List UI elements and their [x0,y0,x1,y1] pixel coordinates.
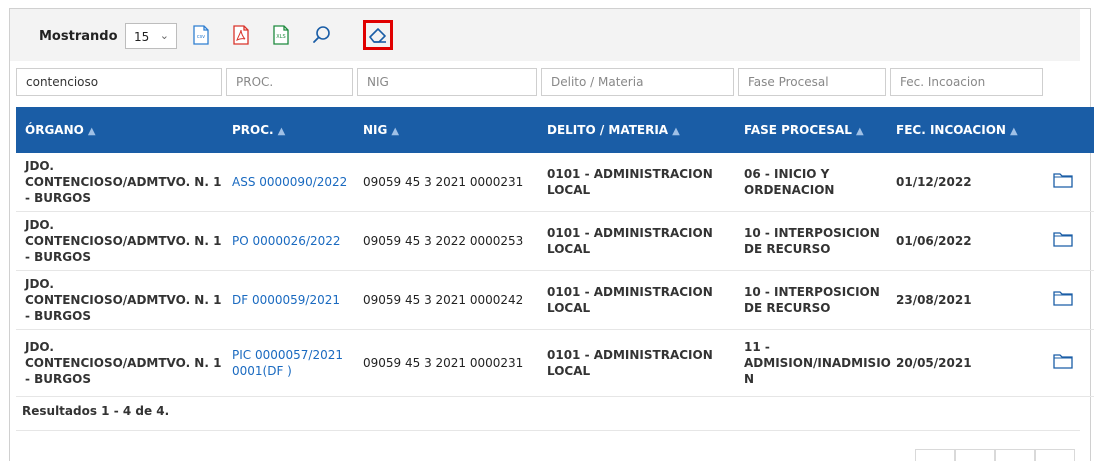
cell-organo: JDO. CONTENCIOSO/ADMTVO. N. 1 - BURGOS [16,211,223,271]
export-csv-button[interactable]: csv [186,20,216,50]
clear-filters-button[interactable] [363,20,393,50]
sort-icon: ▲︎ [391,126,400,137]
cell-fecha: 23/08/2021 [887,270,1044,330]
cell-fecha: 20/05/2021 [887,329,1044,397]
table-row: JDO. CONTENCIOSO/ADMTVO. N. 1 - BURGOS A… [16,153,1094,212]
svg-text:csv: csv [197,34,205,40]
pagination [915,449,1075,461]
search-button[interactable] [307,20,337,50]
organo-filter-input[interactable]: contencioso [16,68,222,96]
cell-delito: 0101 - ADMINISTRACION LOCAL [538,211,735,271]
cell-nig: 09059 45 3 2021 0000231 [354,329,538,397]
col-header-actions [1044,107,1094,153]
folder-icon[interactable] [1053,290,1073,310]
cell-nig: 09059 45 3 2021 0000231 [354,153,538,212]
eraser-icon [369,28,386,43]
table-row: JDO. CONTENCIOSO/ADMTVO. N. 1 - BURGOS D… [16,270,1094,330]
proc-link[interactable]: DF 0000059/2021 [232,293,340,307]
cell-fase: 11 - ADMISION/INADMISIO N [735,329,891,397]
cell-fecha: 01/06/2022 [887,211,1044,271]
proc-link[interactable]: PIC 0000057/2021 0001(DF ) [232,348,343,378]
col-header-nig[interactable]: NIG ▲︎ [354,107,538,153]
cell-fase: 10 - INTERPOSICION DE RECURSO [735,270,887,330]
nig-filter-input[interactable]: NIG [357,68,537,96]
sort-icon: ▲︎ [855,126,864,137]
sort-icon: ▲︎ [87,126,96,137]
results-count: Resultados 1 - 4 de 4. [22,404,170,418]
sort-icon: ▲︎ [672,126,680,137]
results-table: ÓRGANO ▲︎ PROC. ▲︎ NIG ▲︎ DELITO / MATERIA ▲… [16,107,1094,397]
sort-icon: ▲︎ [277,126,286,137]
folder-icon[interactable] [1053,172,1073,192]
cell-delito: 0101 - ADMINISTRACION LOCAL [538,270,735,330]
proc-link[interactable]: PO 0000026/2022 [232,234,341,248]
pagination-button[interactable] [995,449,1035,461]
sort-icon: ▲︎ [1009,126,1018,137]
table-row: JDO. CONTENCIOSO/ADMTVO. N. 1 - BURGOS P… [16,211,1094,271]
table-row: JDO. CONTENCIOSO/ADMTVO. N. 1 - BURGOS P… [16,329,1094,397]
cell-fecha: 01/12/2022 [887,153,1044,212]
page-size-select[interactable]: 15 ⌄ [125,23,177,49]
toolbar: Mostrando 15 ⌄ csv XLS [10,9,1080,61]
proc-link[interactable]: ASS 0000090/2022 [232,175,347,189]
cell-fase: 06 - INICIO Y ORDENACION [735,153,887,212]
cell-nig: 09059 45 3 2021 0000242 [354,270,538,330]
cell-delito: 0101 - ADMINISTRACION LOCAL [538,153,735,212]
folder-icon[interactable] [1053,231,1073,251]
showing-label: Mostrando [39,29,118,44]
cell-organo: JDO. CONTENCIOSO/ADMTVO. N. 1 - BURGOS [16,270,223,330]
csv-file-icon: csv [193,25,209,45]
cell-organo: JDO. CONTENCIOSO/ADMTVO. N. 1 - BURGOS [16,153,223,212]
col-header-organo[interactable]: ÓRGANO ▲︎ [16,107,223,153]
divider [16,430,1080,431]
search-icon [313,26,330,43]
export-xls-button[interactable]: XLS [266,20,296,50]
col-header-fase[interactable]: FASE PROCESAL ▲︎ [735,107,887,153]
cell-fase: 10 - INTERPOSICION DE RECURSO [735,211,887,271]
delito-filter-input[interactable]: Delito / Materia [541,68,734,96]
proc-filter-input[interactable]: PROC. [226,68,353,96]
chevron-down-icon: ⌄ [159,29,169,42]
cell-nig: 09059 45 3 2022 0000253 [354,211,538,271]
fecha-filter-input[interactable]: Fec. Incoacion [890,68,1043,96]
col-header-proc[interactable]: PROC. ▲︎ [223,107,354,153]
table-header-row: ÓRGANO ▲︎ PROC. ▲︎ NIG ▲︎ DELITO / MATERIA ▲… [16,107,1094,153]
pagination-button[interactable] [1035,449,1075,461]
pdf-file-icon [233,25,249,45]
cell-delito: 0101 - ADMINISTRACION LOCAL [538,329,735,397]
col-header-delito[interactable]: DELITO / MATERIA ▲︎ [538,107,735,153]
svg-text:XLS: XLS [276,34,285,40]
cell-organo: JDO. CONTENCIOSO/ADMTVO. N. 1 - BURGOS [16,329,223,397]
pagination-button[interactable] [915,449,955,461]
page-size-value: 15 [134,30,150,44]
folder-icon[interactable] [1053,353,1073,373]
col-header-fecha[interactable]: FEC. INCOACION ▲︎ [887,107,1044,153]
fase-filter-input[interactable]: Fase Procesal [738,68,886,96]
export-pdf-button[interactable] [226,20,256,50]
pagination-button[interactable] [955,449,995,461]
xls-file-icon: XLS [273,25,289,45]
